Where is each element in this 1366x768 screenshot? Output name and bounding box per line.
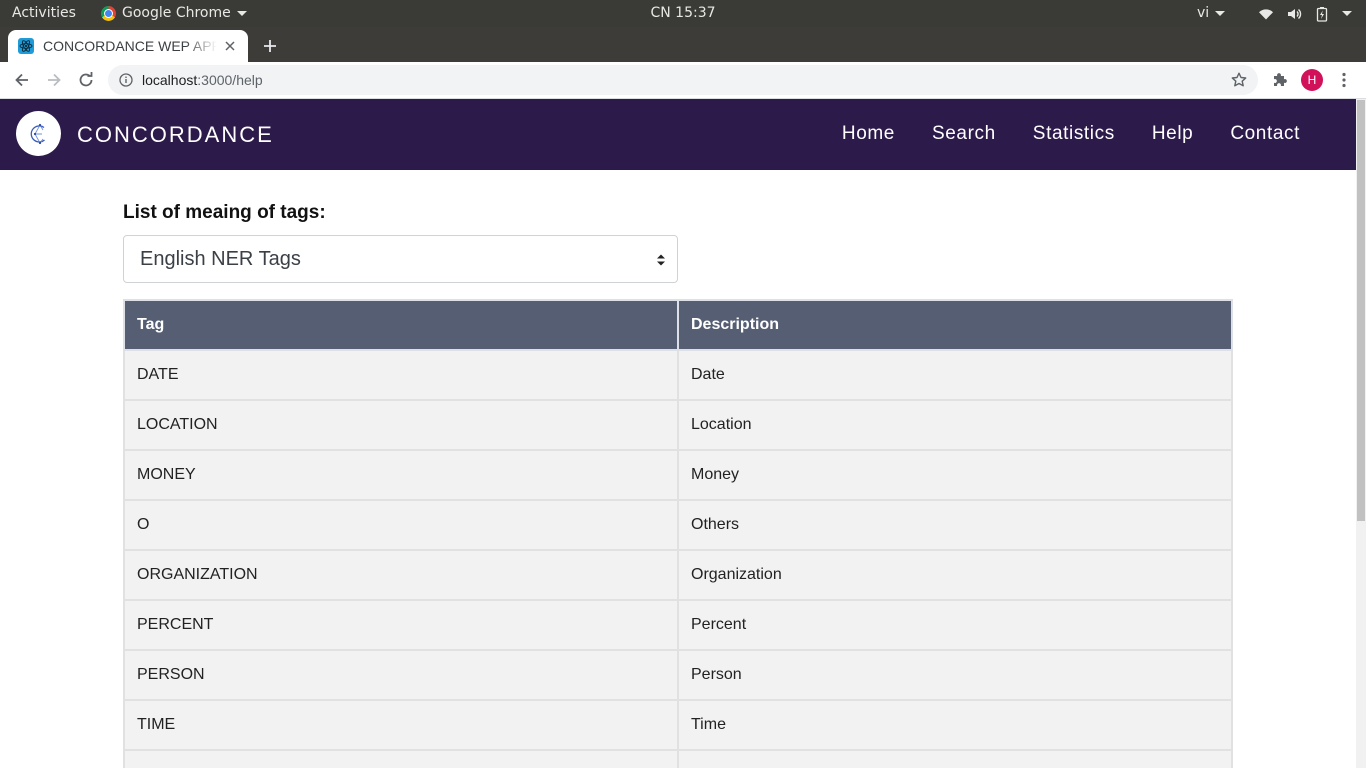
column-header-tag: Tag bbox=[123, 299, 679, 351]
column-header-description: Description bbox=[677, 299, 1233, 351]
description-cell: Others bbox=[677, 499, 1233, 551]
table-row: O Others bbox=[123, 499, 1233, 551]
tag-set-select[interactable]: English NER Tags bbox=[123, 235, 678, 283]
reload-icon bbox=[79, 72, 93, 87]
back-button[interactable] bbox=[10, 68, 34, 92]
chevron-down-icon bbox=[1215, 10, 1226, 16]
table-row: ORGANIZATION Organization bbox=[123, 549, 1233, 601]
tag-cell: MONEY bbox=[123, 449, 679, 501]
battery-icon bbox=[1314, 6, 1330, 22]
info-icon[interactable] bbox=[118, 72, 134, 88]
description-cell: Percent bbox=[677, 599, 1233, 651]
tag-cell: DATE bbox=[123, 349, 679, 401]
description-cell: Person bbox=[677, 649, 1233, 701]
address-bar[interactable]: localhost:3000/help bbox=[108, 65, 1258, 95]
nav-link-help[interactable]: Help bbox=[1152, 123, 1193, 145]
new-tab-button[interactable] bbox=[259, 35, 281, 57]
browser-tab[interactable]: CONCORDANCE WEP APP bbox=[8, 30, 248, 62]
description-cell: Money bbox=[677, 449, 1233, 501]
table-header-row: Tag Description bbox=[123, 299, 1233, 351]
nav-link-contact[interactable]: Contact bbox=[1230, 123, 1300, 145]
close-icon[interactable] bbox=[222, 38, 238, 54]
chevron-down-icon bbox=[1342, 11, 1352, 16]
web-page: CONCORDANCE Home Search Statistics Help … bbox=[0, 99, 1356, 768]
table-row: TIME Time bbox=[123, 699, 1233, 751]
tab-title: CONCORDANCE WEP APP bbox=[43, 38, 217, 54]
description-cell bbox=[677, 749, 1233, 768]
tag-cell: O bbox=[123, 499, 679, 551]
tab-strip: CONCORDANCE WEP APP bbox=[0, 27, 1366, 62]
tag-cell: PERCENT bbox=[123, 599, 679, 651]
star-icon[interactable] bbox=[1230, 71, 1248, 89]
table-row: PERSON Person bbox=[123, 649, 1233, 701]
table-row: LOCATION Location bbox=[123, 399, 1233, 451]
app-menu[interactable]: Google Chrome bbox=[101, 5, 247, 21]
main-nav: Home Search Statistics Help Contact bbox=[805, 123, 1300, 145]
wifi-icon bbox=[1258, 6, 1274, 22]
profile-avatar[interactable]: H bbox=[1301, 69, 1323, 91]
react-icon bbox=[18, 38, 34, 54]
extensions-button[interactable] bbox=[1268, 68, 1292, 92]
tag-cell: TIME bbox=[123, 699, 679, 751]
tag-cell: LOCATION bbox=[123, 399, 679, 451]
status-menu[interactable] bbox=[1258, 5, 1352, 22]
table-row: PERCENT Percent bbox=[123, 599, 1233, 651]
browser-toolbar: localhost:3000/help H bbox=[0, 62, 1366, 99]
tag-list-label: List of meaing of tags: bbox=[123, 202, 326, 223]
description-cell: Time bbox=[677, 699, 1233, 751]
table-row: DATE Date bbox=[123, 349, 1233, 401]
tag-set-select-value: English NER Tags bbox=[140, 247, 301, 270]
description-cell: Location bbox=[677, 399, 1233, 451]
volume-icon bbox=[1286, 6, 1302, 22]
tag-table: Tag Description DATE Date LOCATION Locatio… bbox=[123, 299, 1233, 768]
system-top-bar: Activities Google Chrome CN 15:37 vi bbox=[0, 0, 1366, 27]
page-scrollbar[interactable] bbox=[1356, 99, 1366, 768]
tag-cell: PERSON bbox=[123, 649, 679, 701]
scrollbar-thumb[interactable] bbox=[1357, 100, 1365, 521]
activities-button[interactable]: Activities bbox=[12, 5, 76, 21]
more-vertical-icon bbox=[1342, 72, 1346, 88]
brand-name[interactable]: CONCORDANCE bbox=[77, 122, 274, 148]
chrome-icon bbox=[101, 5, 116, 21]
concordance-logo-icon bbox=[30, 123, 45, 144]
system-clock[interactable]: CN 15:37 bbox=[650, 5, 715, 21]
nav-link-home[interactable]: Home bbox=[842, 123, 895, 145]
arrow-right-icon bbox=[48, 73, 61, 87]
chrome-menu-button[interactable] bbox=[1332, 68, 1356, 92]
table-row bbox=[123, 749, 1233, 768]
input-language-menu[interactable]: vi bbox=[1197, 5, 1226, 21]
plus-icon bbox=[264, 40, 276, 52]
url-host: localhost bbox=[142, 72, 198, 88]
tag-cell: ORGANIZATION bbox=[123, 549, 679, 601]
puzzle-icon bbox=[1274, 73, 1287, 86]
brand-logo[interactable] bbox=[16, 111, 61, 156]
chevron-down-icon bbox=[236, 10, 247, 16]
tag-cell bbox=[123, 749, 679, 768]
arrow-left-icon bbox=[15, 73, 28, 87]
description-cell: Organization bbox=[677, 549, 1233, 601]
app-menu-label: Google Chrome bbox=[122, 5, 231, 21]
description-cell: Date bbox=[677, 349, 1233, 401]
nav-link-search[interactable]: Search bbox=[932, 123, 996, 145]
site-navbar: CONCORDANCE Home Search Statistics Help … bbox=[0, 99, 1356, 170]
reload-button[interactable] bbox=[74, 68, 98, 92]
table-row: MONEY Money bbox=[123, 449, 1233, 501]
url-path: :3000/help bbox=[197, 72, 263, 88]
nav-link-statistics[interactable]: Statistics bbox=[1033, 123, 1115, 145]
url-text: localhost:3000/help bbox=[142, 72, 263, 88]
select-arrows-icon bbox=[657, 254, 665, 266]
language-indicator: vi bbox=[1197, 5, 1210, 21]
forward-button[interactable] bbox=[42, 68, 66, 92]
